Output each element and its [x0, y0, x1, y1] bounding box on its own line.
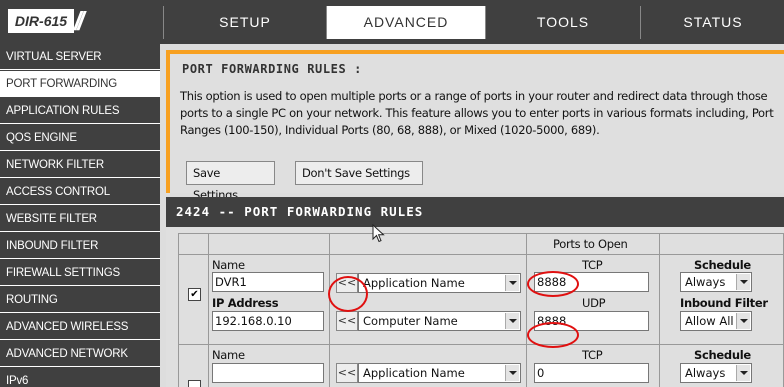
row1-inbound-filter-select[interactable]: Allow All	[680, 311, 752, 331]
chevron-down-icon	[736, 365, 750, 381]
row2-application-name-value: Application Name	[363, 366, 465, 380]
info-panel: PORT FORWARDING RULES : This option is u…	[166, 50, 784, 202]
row2-check-cell	[178, 344, 209, 387]
row1-schedule-cell: Schedule Always Inbound Filter Allow All	[659, 254, 784, 345]
row1-ip-input[interactable]: 192.168.0.10	[212, 311, 324, 331]
sidebar-item-inbound-filter[interactable]: INBOUND FILTER	[0, 233, 160, 259]
top-navigation-bar: DIR-615 // SETUP ADVANCED TOOLS STATUS	[0, 0, 784, 44]
row1-tcp-input[interactable]: 8888	[534, 272, 649, 292]
rules-table: Ports to Open ✔ Name DVR1 IP Address 192…	[166, 227, 784, 387]
logo: DIR-615 //	[0, 0, 160, 44]
sidebar-item-firewall-settings[interactable]: FIREWALL SETTINGS	[0, 260, 160, 286]
row1-name-label: Name	[212, 258, 245, 272]
row2-name-label: Name	[212, 348, 245, 362]
tab-status[interactable]: STATUS	[640, 6, 784, 39]
row1-udp-input[interactable]: 8888	[534, 311, 649, 331]
chevron-down-icon	[505, 313, 519, 329]
sidebar: VIRTUAL SERVER PORT FORWARDING APPLICATI…	[0, 44, 160, 387]
row1-schedule-label: Schedule	[694, 258, 751, 272]
header-cell-app	[329, 233, 527, 255]
row1-inbound-filter-value: Allow All	[685, 314, 734, 328]
chevron-down-icon	[505, 365, 519, 381]
tab-setup[interactable]: SETUP	[163, 6, 326, 39]
row2-ports-cell: TCP 0	[526, 344, 660, 387]
row1-computer-name-value: Computer Name	[363, 314, 458, 328]
sidebar-item-routing[interactable]: ROUTING	[0, 287, 160, 313]
tab-advanced[interactable]: ADVANCED	[326, 6, 485, 39]
sidebar-item-port-forwarding[interactable]: PORT FORWARDING	[0, 71, 160, 97]
row1-ports-cell: TCP 8888 UDP 8888	[526, 254, 660, 345]
row1-name-input[interactable]: DVR1	[212, 272, 324, 292]
row2-app-arrow-button[interactable]: <<	[336, 363, 358, 383]
row1-application-name-value: Application Name	[363, 276, 465, 290]
header-cell-schedule	[659, 233, 784, 255]
sidebar-item-network-filter[interactable]: NETWORK FILTER	[0, 152, 160, 178]
rules-title-bar: 2424 -- PORT FORWARDING RULES	[166, 197, 784, 227]
sidebar-item-advanced-wireless[interactable]: ADVANCED WIRELESS	[0, 314, 160, 340]
row1-computer-name-select[interactable]: Computer Name	[358, 311, 521, 331]
row1-schedule-value: Always	[685, 275, 726, 289]
row2-schedule-select[interactable]: Always	[680, 363, 752, 383]
mouse-cursor-icon	[372, 224, 385, 243]
chevron-down-icon	[736, 313, 750, 329]
row1-enable-checkbox[interactable]: ✔	[188, 288, 201, 301]
brand-slashes: //	[74, 6, 84, 36]
row1-check-cell: ✔	[178, 254, 209, 345]
row2-tcp-label: TCP	[582, 348, 603, 362]
sidebar-item-website-filter[interactable]: WEBSITE FILTER	[0, 206, 160, 232]
router-admin-page: DIR-615 // SETUP ADVANCED TOOLS STATUS V…	[0, 0, 784, 387]
sidebar-item-advanced-network[interactable]: ADVANCED NETWORK	[0, 341, 160, 367]
row2-app-cell: << Application Name	[329, 344, 527, 387]
main-content: PORT FORWARDING RULES : This option is u…	[160, 44, 784, 387]
rules-title: 2424 -- PORT FORWARDING RULES	[176, 204, 424, 219]
header-cell-check	[178, 233, 209, 255]
row1-ip-label: IP Address	[212, 296, 279, 310]
section-title: PORT FORWARDING RULES :	[182, 62, 362, 76]
row2-tcp-input[interactable]: 0	[534, 363, 649, 383]
sidebar-item-ipv6[interactable]: IPv6	[0, 368, 160, 387]
row2-application-name-select[interactable]: Application Name	[358, 363, 521, 383]
row1-name-cell: Name DVR1 IP Address 192.168.0.10	[208, 254, 330, 345]
row2-enable-checkbox[interactable]	[188, 380, 201, 387]
row1-udp-label: UDP	[582, 296, 606, 310]
sidebar-item-application-rules[interactable]: APPLICATION RULES	[0, 98, 160, 124]
row1-app-cell: << Application Name << Computer Name	[329, 254, 527, 345]
row1-tcp-label: TCP	[582, 258, 603, 272]
chevron-down-icon	[505, 275, 519, 291]
row2-schedule-value: Always	[685, 366, 726, 380]
ports-to-open-label: Ports to Open	[553, 237, 628, 251]
model-name: DIR-615	[8, 9, 74, 33]
header-cell-name	[208, 233, 330, 255]
save-settings-button[interactable]: Save Settings	[186, 161, 275, 202]
chevron-down-icon	[736, 274, 750, 290]
row2-name-cell: Name	[208, 344, 330, 387]
row1-app-arrow-button[interactable]: <<	[336, 273, 358, 293]
sidebar-item-qos-engine[interactable]: QOS ENGINE	[0, 125, 160, 151]
row1-inbound-filter-label: Inbound Filter	[680, 296, 768, 310]
tab-tools[interactable]: TOOLS	[485, 6, 640, 39]
sidebar-item-virtual-server[interactable]: VIRTUAL SERVER	[0, 44, 160, 70]
row2-name-input[interactable]	[212, 363, 324, 383]
row2-schedule-cell: Schedule Always	[659, 344, 784, 387]
dont-save-settings-button[interactable]: Don't Save Settings	[295, 161, 423, 185]
header-cell-ports: Ports to Open	[526, 233, 660, 255]
row1-schedule-select[interactable]: Always	[680, 272, 752, 292]
row1-computer-arrow-button[interactable]: <<	[336, 311, 358, 331]
row2-schedule-label: Schedule	[694, 348, 751, 362]
description-text: This option is used to open multiple por…	[180, 89, 774, 137]
row1-application-name-select[interactable]: Application Name	[358, 273, 521, 293]
sidebar-item-access-control[interactable]: ACCESS CONTROL	[0, 179, 160, 205]
